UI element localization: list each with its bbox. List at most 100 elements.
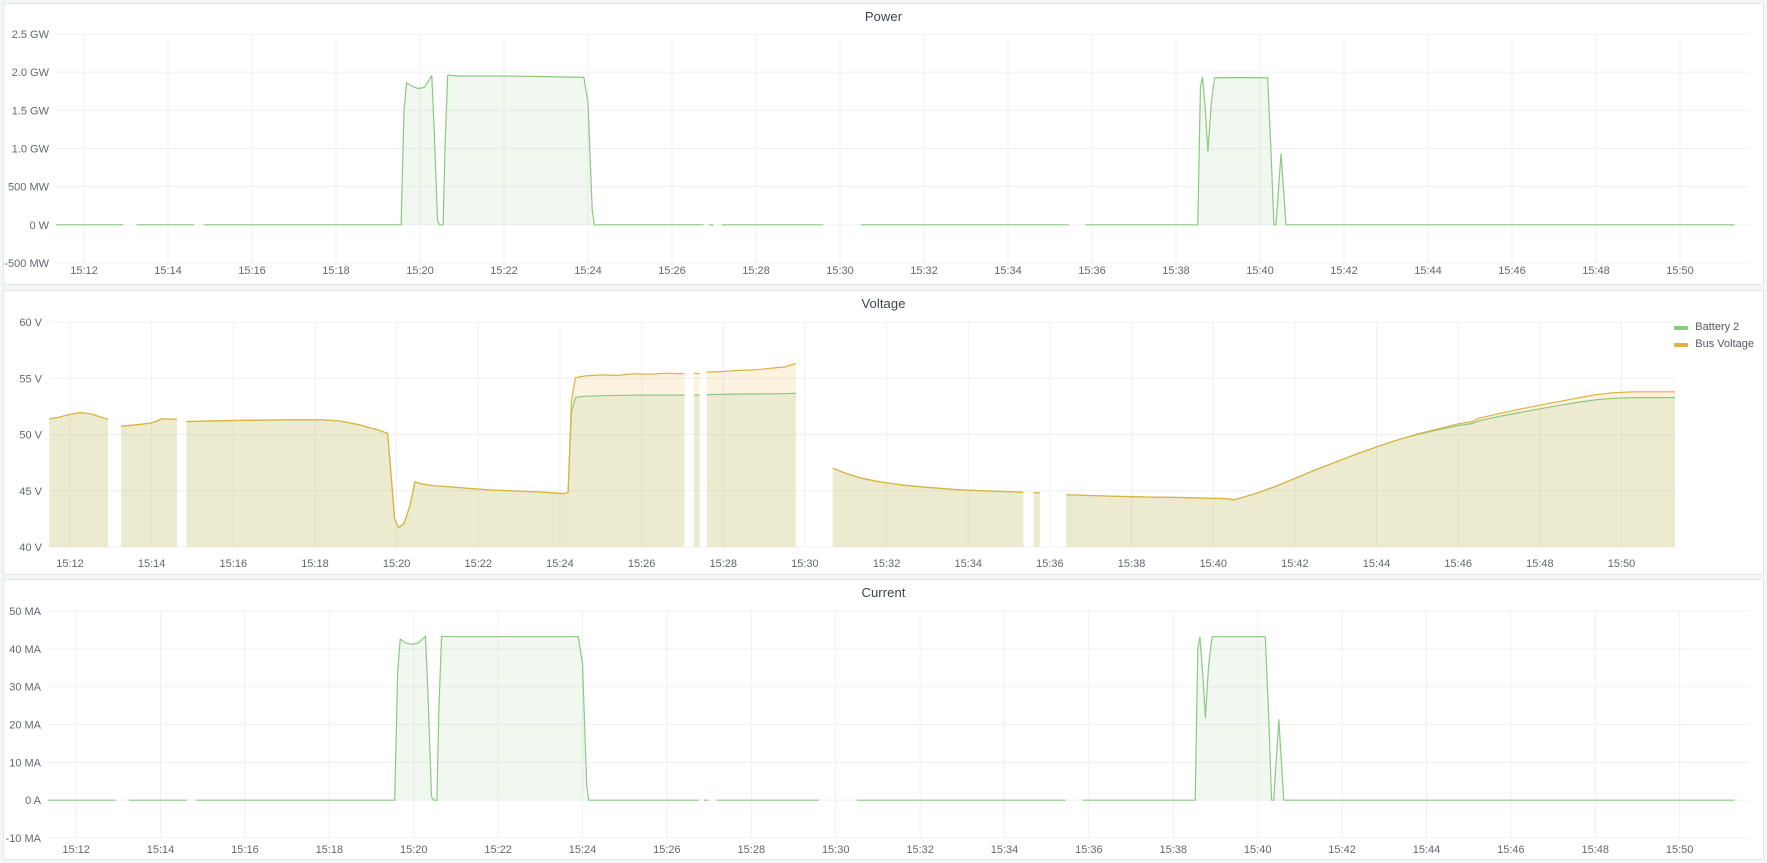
series-area-bus-voltage [121,419,177,547]
x-tick-label: 15:50 [1666,844,1694,856]
x-tick-label: 15:22 [490,265,518,277]
y-tick-label: 40 V [19,542,42,554]
x-tick-label: 15:40 [1246,265,1274,277]
x-tick-label: 15:26 [628,558,656,570]
series-area-bus-voltage [1066,392,1675,547]
y-tick-label: 0 A [25,795,42,807]
y-tick-label: 20 MA [9,720,41,732]
x-tick-label: 15:36 [1036,558,1064,570]
y-tick-label: 2.5 GW [12,29,50,41]
axis-labels: 50 MA40 MA30 MA20 MA10 MA0 A-10 MA15:121… [6,606,1694,856]
panel-title-voltage[interactable]: Voltage [4,296,1763,311]
series-areas [49,364,1675,547]
x-tick-label: 15:38 [1162,265,1190,277]
x-tick-label: 15:12 [62,844,90,856]
x-tick-label: 15:34 [954,558,982,570]
x-tick-label: 15:26 [658,265,686,277]
x-tick-label: 15:28 [742,265,770,277]
series-lines [48,636,1735,800]
x-tick-label: 15:22 [465,558,493,570]
x-tick-label: 15:12 [56,558,84,570]
series-area-current [1083,637,1735,801]
y-tick-label: -10 MA [6,833,42,845]
x-tick-label: 15:30 [822,844,850,856]
current-chart-plot[interactable]: 50 MA40 MA30 MA20 MA10 MA0 A-10 MA15:121… [4,580,1763,859]
y-tick-label: 0 W [29,220,49,232]
x-tick-label: 15:22 [484,844,512,856]
x-tick-label: 15:50 [1608,558,1636,570]
panel-power: Power 2.5 GW2.0 GW1.5 GW1.0 GW500 MW0 W-… [3,3,1764,285]
x-tick-label: 15:12 [70,265,98,277]
legend-label-battery-2: Battery 2 [1695,321,1739,334]
y-tick-label: 30 MA [9,682,41,694]
legend-item-battery-2[interactable]: Battery 2 [1674,321,1754,334]
x-tick-label: 15:20 [400,844,428,856]
panel-title-power[interactable]: Power [4,9,1763,24]
series-area-bus-voltage [186,373,684,547]
series-area-bus-voltage [49,413,108,547]
legend-swatch-bus-voltage [1674,343,1688,347]
x-tick-label: 15:48 [1582,265,1610,277]
y-tick-label: 1.5 GW [12,105,50,117]
y-tick-label: 50 V [19,430,42,442]
x-tick-label: 15:30 [791,558,819,570]
legend-swatch-battery-2 [1674,326,1688,330]
x-tick-label: 15:38 [1118,558,1146,570]
x-tick-label: 15:34 [991,844,1019,856]
y-tick-label: 40 MA [9,644,41,656]
series-lines [56,75,1735,225]
y-tick-label: 60 V [19,317,42,329]
y-tick-label: 1.0 GW [12,144,50,156]
x-tick-label: 15:44 [1363,558,1391,570]
panel-current: Current 50 MA40 MA30 MA20 MA10 MA0 A-10 … [3,579,1764,860]
series-area-power [1086,78,1735,225]
axis-labels: 2.5 GW2.0 GW1.5 GW1.0 GW500 MW0 W-500 MW… [4,29,1693,277]
x-tick-label: 15:42 [1330,265,1358,277]
x-tick-label: 15:46 [1444,558,1472,570]
x-tick-label: 15:50 [1666,265,1694,277]
x-tick-label: 15:40 [1244,844,1272,856]
x-tick-label: 15:26 [653,844,681,856]
x-tick-label: 15:20 [406,265,434,277]
x-tick-label: 15:44 [1414,265,1442,277]
x-tick-label: 15:36 [1075,844,1103,856]
panel-voltage: Voltage 60 V 55 V 50 V 45 V 40 V 15:12 15:14 15… [3,290,1764,575]
series-line-current [1083,637,1735,801]
x-tick-label: 15:34 [994,265,1022,277]
x-tick-label: 15:32 [873,558,901,570]
x-tick-label: 15:32 [910,265,938,277]
x-tick-label: 15:16 [238,265,266,277]
x-tick-label: 15:20 [383,558,411,570]
x-tick-label: 15:46 [1498,265,1526,277]
panel-title-current[interactable]: Current [4,585,1763,600]
series-area-bus-voltage [707,364,796,547]
power-chart-plot[interactable]: 2.5 GW2.0 GW1.5 GW1.0 GW500 MW0 W-500 MW… [4,4,1763,284]
x-tick-label: 15:24 [574,265,602,277]
series-area-power [204,75,704,225]
x-tick-label: 15:18 [322,265,350,277]
x-tick-label: 15:48 [1581,844,1609,856]
x-tick-label: 15:16 [231,844,259,856]
voltage-chart-plot[interactable]: 60 V55 V50 V45 V40 V15:1215:1415:1615:18… [4,291,1763,574]
voltage-legend: Battery 2 Bus Voltage [1674,321,1754,355]
series-line-power [1086,78,1735,225]
series-line-bus-voltage [694,373,700,374]
y-tick-label: 55 V [19,373,42,385]
x-tick-label: 15:28 [709,558,737,570]
gridlines [48,611,1750,838]
x-tick-label: 15:14 [138,558,166,570]
y-tick-label: 45 V [19,486,42,498]
x-tick-label: 15:46 [1497,844,1525,856]
legend-item-bus-voltage[interactable]: Bus Voltage [1674,338,1754,351]
series-area-bus-voltage [1034,492,1040,547]
x-tick-label: 15:38 [1160,844,1188,856]
x-tick-label: 15:24 [569,844,597,856]
legend-label-bus-voltage: Bus Voltage [1695,338,1754,351]
x-tick-label: 15:48 [1526,558,1554,570]
x-tick-label: 15:24 [546,558,574,570]
x-tick-label: 15:40 [1199,558,1227,570]
series-areas [56,75,1735,225]
series-areas [48,636,1735,800]
x-tick-label: 15:44 [1413,844,1441,856]
series-area-current [196,636,698,800]
